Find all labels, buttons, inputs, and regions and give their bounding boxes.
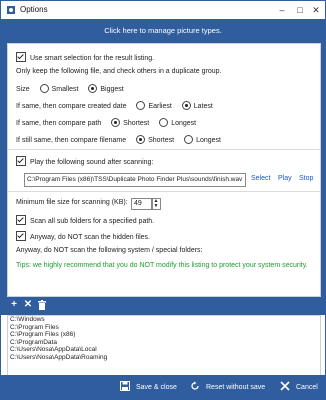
options-window: Options – □ ✕ Click here to manage pictu…: [0, 0, 326, 400]
remove-icon[interactable]: ✕: [22, 299, 34, 311]
filename-shortest-radio[interactable]: [136, 135, 146, 144]
smart-selection-checkbox[interactable]: [16, 52, 26, 62]
size-row: Size Smallest Biggest: [16, 84, 124, 93]
path-shortest-label: Shortest: [123, 120, 150, 127]
list-item[interactable]: C:\Users\Nosa\AppData\Roaming: [8, 354, 320, 362]
list-item[interactable]: C:\Windows: [8, 316, 320, 324]
list-item[interactable]: C:\Program Files: [8, 324, 320, 332]
hidden-files-row[interactable]: Anyway, do NOT scan the hidden files.: [16, 231, 150, 241]
filename-longest-label: Longest: [196, 137, 222, 144]
cancel-label: Cancel: [296, 384, 318, 391]
date-label: If same, then compare created date: [16, 103, 127, 110]
size-smallest-label: Smallest: [51, 86, 79, 93]
filename-longest-radio[interactable]: [184, 135, 194, 144]
security-tip: Tips: we highly recommend that you do NO…: [16, 262, 308, 269]
path-longest-label: Longest: [171, 120, 197, 127]
list-item[interactable]: C:\ProgramData: [8, 339, 320, 347]
path-shortest-radio[interactable]: [111, 118, 121, 127]
maximize-icon[interactable]: □: [293, 3, 307, 17]
subfolders-label: Scan all sub folders for a specified pat…: [30, 218, 155, 225]
date-latest-label: Latest: [193, 103, 213, 110]
folder-toolbar: + ✕: [1, 297, 325, 315]
manage-picture-types-banner[interactable]: Click here to manage picture types.: [1, 19, 325, 43]
options-panel: Use smart selection for the result listi…: [7, 43, 321, 297]
save-close-label: Save & close: [136, 384, 177, 391]
close-icon[interactable]: ✕: [309, 3, 323, 17]
smart-selection-label: Use smart selection for the result listi…: [30, 55, 155, 62]
path-row: If same, then compare path Shortest Long…: [16, 118, 196, 127]
smart-selection-row[interactable]: Use smart selection for the result listi…: [16, 52, 154, 62]
options-content: Use smart selection for the result listi…: [1, 43, 325, 297]
cancel-button[interactable]: Cancel: [280, 381, 318, 391]
reset-label: Reset without save: [206, 384, 266, 391]
sound-path-input[interactable]: C:\Program Files (x86)\TSS\Duplicate Pho…: [24, 173, 246, 187]
trash-icon[interactable]: [36, 299, 48, 311]
path-longest-radio[interactable]: [159, 118, 169, 127]
play-sound-label: Play the following sound after scanning:: [30, 159, 154, 166]
divider: [8, 149, 320, 150]
list-item[interactable]: C:\Program Files (x86): [8, 331, 320, 339]
play-sound-link[interactable]: Play: [278, 175, 292, 182]
window-title: Options: [20, 5, 48, 14]
divider: [8, 191, 320, 192]
options-gear-icon: [7, 6, 15, 14]
stop-sound-link[interactable]: Stop: [299, 175, 313, 182]
play-sound-checkbox[interactable]: [16, 156, 26, 166]
size-smallest-radio[interactable]: [39, 84, 49, 93]
system-folders-label: Anyway, do NOT scan the following system…: [16, 247, 203, 254]
size-biggest-radio[interactable]: [88, 84, 98, 93]
keep-text: Only keep the following file, and check …: [16, 68, 222, 75]
select-sound-link[interactable]: Select: [251, 175, 270, 182]
hidden-files-label: Anyway, do NOT scan the hidden files.: [30, 234, 150, 241]
date-earliest-radio[interactable]: [136, 101, 146, 110]
play-sound-row[interactable]: Play the following sound after scanning:: [16, 156, 153, 166]
reset-button[interactable]: Reset without save: [190, 381, 265, 391]
subfolders-checkbox[interactable]: [16, 215, 26, 225]
list-item[interactable]: C:\Users\Nosa\AppData\Local: [8, 346, 320, 354]
min-size-input[interactable]: 49: [131, 198, 153, 210]
reset-icon: [191, 381, 199, 390]
filename-row: If still same, then compare filename Sho…: [16, 135, 221, 144]
size-biggest-label: Biggest: [100, 86, 124, 93]
date-row: If same, then compare created date Earli…: [16, 101, 213, 110]
min-size-spinner[interactable]: ▲ ▼: [151, 198, 161, 210]
min-size-label: Minimum file size for scanning (KB):: [16, 199, 128, 206]
save-close-button[interactable]: Save & close: [120, 381, 177, 391]
filename-shortest-label: Shortest: [148, 137, 175, 144]
cancel-icon: [280, 381, 290, 391]
date-latest-radio[interactable]: [181, 101, 191, 110]
system-folders-list[interactable]: C:\Windows C:\Program Files C:\Program F…: [7, 315, 321, 377]
size-label: Size: [16, 86, 30, 93]
save-icon: [120, 381, 130, 391]
date-earliest-label: Earliest: [148, 103, 172, 110]
minimize-icon[interactable]: –: [275, 3, 289, 17]
subfolders-row[interactable]: Scan all sub folders for a specified pat…: [16, 215, 154, 225]
filename-label: If still same, then compare filename: [16, 137, 127, 144]
path-label: If same, then compare path: [16, 120, 102, 127]
hidden-files-checkbox[interactable]: [16, 231, 26, 241]
title-bar: Options – □ ✕: [1, 1, 325, 19]
footer-bar: Save & close Reset without save Cancel: [1, 375, 325, 399]
add-icon[interactable]: +: [8, 299, 20, 311]
